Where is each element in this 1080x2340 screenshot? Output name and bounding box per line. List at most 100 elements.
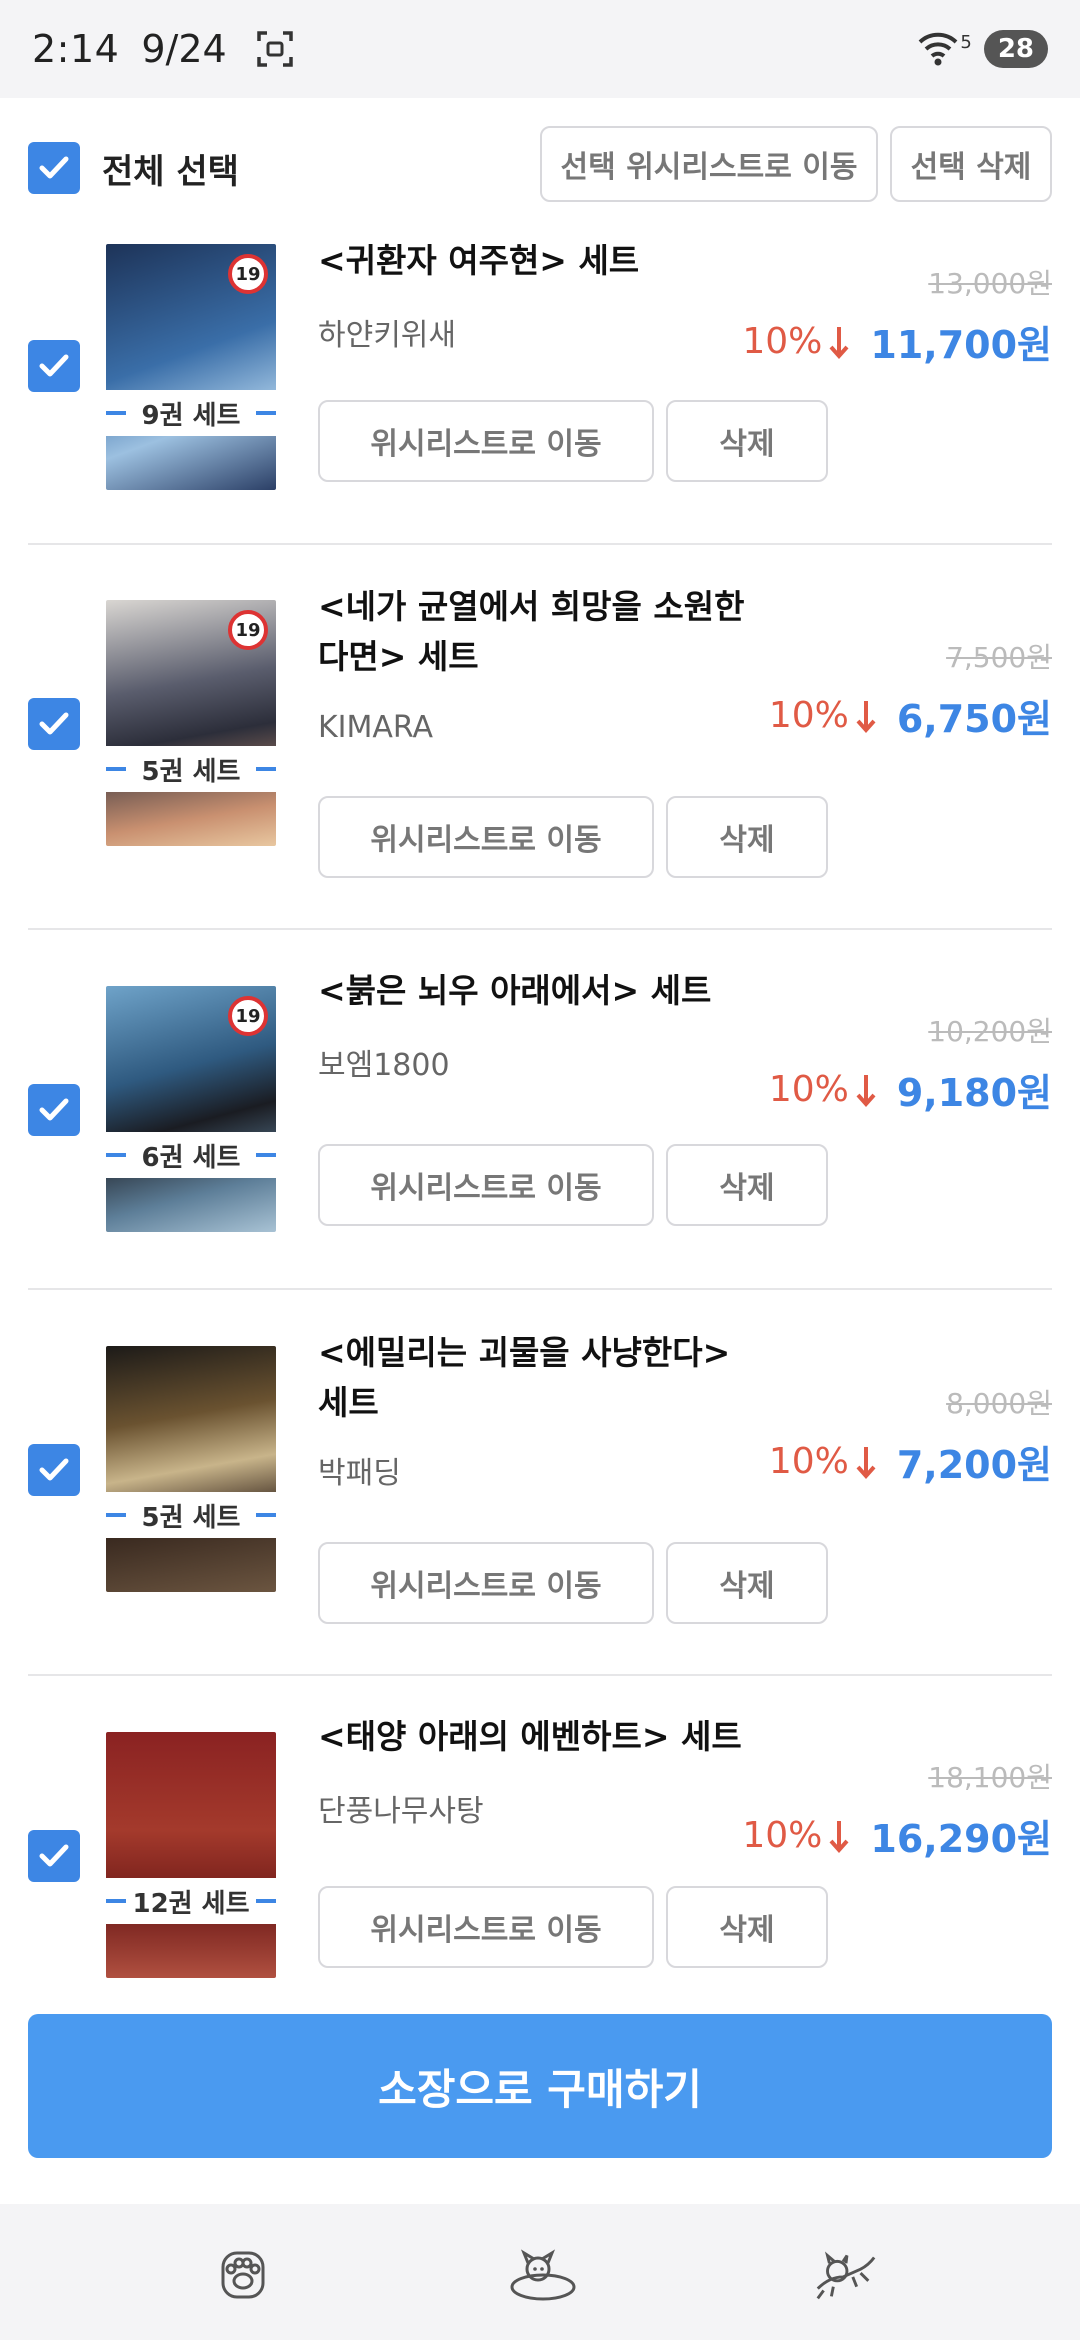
running-cat-icon (816, 2251, 876, 2300)
move-to-wishlist-button[interactable]: 위시리스트로 이동 (318, 1542, 654, 1624)
set-count-label: 5권 세트 (106, 746, 276, 792)
book-cover[interactable]: 19 6권 세트 (106, 986, 276, 1232)
cart-item: 19 9권 세트 <귀환자 여주현> 세트 하얀키위새 13,000원 10% … (0, 232, 1080, 544)
item-checkbox[interactable] (28, 340, 80, 392)
set-count-label: 9권 세트 (106, 390, 276, 436)
item-checkbox[interactable] (28, 1830, 80, 1882)
checkmark-icon (39, 712, 69, 735)
down-arrow-icon (856, 700, 876, 733)
checkmark-icon (39, 354, 69, 377)
item-title[interactable]: <귀환자 여주현> 세트 (318, 236, 768, 286)
delete-button[interactable]: 삭제 (666, 1542, 828, 1624)
status-date: 9/24 (141, 27, 227, 71)
item-author: KIMARA (318, 710, 434, 745)
cart-item: 19 5권 세트 <네가 균열에서 희망을 소원한다면> 세트 KIMARA 7… (0, 580, 1080, 930)
status-indicators: 5 28 (918, 30, 1048, 68)
book-cover[interactable]: 19 9권 세트 (106, 244, 276, 490)
status-time: 2:14 (32, 27, 120, 71)
move-to-wishlist-button[interactable]: 위시리스트로 이동 (318, 1144, 654, 1226)
final-price: 6,750원 (896, 697, 1052, 741)
checkmark-icon (39, 1844, 69, 1867)
checkmark-icon (39, 1098, 69, 1121)
delete-selected-button[interactable]: 선택 삭제 (890, 126, 1052, 202)
final-price: 9,180원 (896, 1071, 1052, 1115)
divider (28, 543, 1052, 545)
select-all[interactable]: 전체 선택 (28, 142, 239, 194)
book-cover[interactable]: 5권 세트 (106, 1346, 276, 1592)
wifi-icon: 5 (918, 32, 972, 66)
price-row: 10% 6,750원 (769, 688, 1052, 743)
move-to-wishlist-button[interactable]: 위시리스트로 이동 (318, 796, 654, 878)
item-author: 하얀키위새 (318, 318, 456, 353)
discount-rate: 10% (768, 1069, 849, 1110)
original-price: 8,000원 (946, 1387, 1052, 1420)
delete-button[interactable]: 삭제 (666, 1144, 828, 1226)
age-rating-badge: 19 (228, 254, 268, 294)
divider (28, 928, 1052, 930)
item-title[interactable]: <붉은 뇌우 아래에서> 세트 (318, 966, 768, 1016)
age-rating-badge: 19 (228, 610, 268, 650)
discount-rate: 10% (742, 1815, 823, 1856)
item-checkbox[interactable] (28, 1444, 80, 1496)
cart-item: 19 6권 세트 <붉은 뇌우 아래에서> 세트 보엠1800 10,200원 … (0, 966, 1080, 1286)
down-arrow-icon (829, 326, 849, 359)
item-title[interactable]: <태양 아래의 에벤하트> 세트 (318, 1712, 768, 1762)
delete-button[interactable]: 삭제 (666, 400, 828, 482)
final-price: 11,700원 (870, 323, 1052, 367)
nav-paw-button[interactable] (208, 2240, 278, 2310)
purchase-button[interactable]: 소장으로 구매하기 (28, 2014, 1052, 2158)
original-price: 18,100원 (928, 1761, 1052, 1794)
discount-rate: 10% (768, 695, 849, 736)
delete-button[interactable]: 삭제 (666, 796, 828, 878)
bottom-navigation (0, 2204, 1080, 2340)
discount-rate: 10% (742, 321, 823, 362)
cart-item: 12권 세트 <태양 아래의 에벤하트> 세트 단풍나무사탕 18,100원 1… (0, 1712, 1080, 2012)
down-arrow-icon (856, 1446, 876, 1479)
nav-dog-bed-button[interactable] (508, 2240, 578, 2310)
item-author: 박패딩 (318, 1456, 401, 1491)
original-price: 13,000원 (928, 267, 1052, 300)
cart-item: 5권 세트 <에밀리는 괴물을 사냥한다> 세트 박패딩 8,000원 10% … (0, 1326, 1080, 1676)
original-price: 10,200원 (928, 1015, 1052, 1048)
price-row: 10% 16,290원 (742, 1808, 1052, 1863)
set-count-label: 6권 세트 (106, 1132, 276, 1178)
divider (28, 1288, 1052, 1290)
final-price: 7,200원 (896, 1443, 1052, 1487)
status-bar: 2:14 9/24 5 28 (0, 0, 1080, 98)
screenshot-icon (256, 31, 293, 67)
move-to-wishlist-button[interactable]: 위시리스트로 이동 (318, 1886, 654, 1968)
item-author: 단풍나무사탕 (318, 1794, 484, 1829)
item-checkbox[interactable] (28, 1084, 80, 1136)
battery-indicator: 28 (983, 30, 1048, 68)
item-author: 보엠1800 (318, 1048, 450, 1083)
select-all-checkbox[interactable] (28, 142, 80, 194)
price-row: 10% 7,200원 (769, 1434, 1052, 1489)
price-row: 10% 9,180원 (769, 1062, 1052, 1117)
item-title[interactable]: <에밀리는 괴물을 사냥한다> 세트 (318, 1328, 768, 1428)
set-count-label: 12권 세트 (106, 1878, 276, 1924)
original-price: 7,500원 (946, 641, 1052, 674)
set-count-label: 5권 세트 (106, 1492, 276, 1538)
checkmark-icon (39, 156, 69, 179)
delete-button[interactable]: 삭제 (666, 1886, 828, 1968)
down-arrow-icon (856, 1074, 876, 1107)
final-price: 16,290원 (870, 1817, 1052, 1861)
move-selected-to-wishlist-button[interactable]: 선택 위시리스트로 이동 (540, 126, 878, 202)
paw-icon (221, 2251, 265, 2299)
selection-toolbar: 전체 선택 선택 위시리스트로 이동 선택 삭제 (0, 98, 1080, 232)
book-cover[interactable]: 19 5권 세트 (106, 600, 276, 846)
move-to-wishlist-button[interactable]: 위시리스트로 이동 (318, 400, 654, 482)
discount-rate: 10% (768, 1441, 849, 1482)
down-arrow-icon (829, 1820, 849, 1853)
checkmark-icon (39, 1458, 69, 1481)
divider (28, 1674, 1052, 1676)
nav-running-cat-button[interactable] (810, 2240, 880, 2310)
item-checkbox[interactable] (28, 698, 80, 750)
book-cover[interactable]: 12권 세트 (106, 1732, 276, 1978)
price-row: 10% 11,700원 (742, 314, 1052, 369)
select-all-label: 전체 선택 (102, 151, 239, 192)
item-title[interactable]: <네가 균열에서 희망을 소원한다면> 세트 (318, 582, 768, 682)
dog-bed-icon (510, 2249, 576, 2301)
age-rating-badge: 19 (228, 996, 268, 1036)
wifi-badge: 5 (960, 32, 972, 53)
